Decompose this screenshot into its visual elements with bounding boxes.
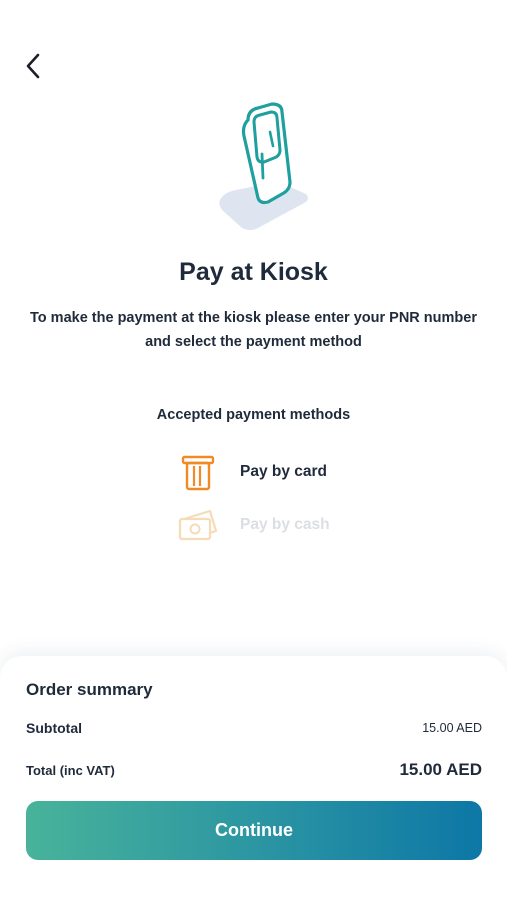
kiosk-illustration — [0, 98, 507, 238]
cash-icon — [174, 505, 222, 545]
order-summary-title: Order summary — [26, 680, 153, 699]
order-summary-panel: Order summary Subtotal 15.00 AED Total (… — [0, 656, 507, 900]
continue-button[interactable]: Continue — [26, 801, 482, 860]
page-title: Pay at Kiosk — [179, 258, 328, 286]
page-subtitle: To make the payment at the kiosk please … — [30, 310, 477, 350]
total-label: Total (inc VAT) — [26, 762, 115, 778]
total-row: Total (inc VAT) 15.00 AED — [26, 760, 482, 780]
payment-method-cash: Pay by cash — [174, 505, 330, 545]
subtotal-label: Subtotal — [26, 720, 82, 736]
subtotal-row: Subtotal 15.00 AED — [26, 720, 482, 736]
payment-method-cash-label: Pay by cash — [240, 516, 330, 533]
subtotal-value: 15.00 AED — [422, 721, 482, 735]
payment-methods-heading: Accepted payment methods — [156, 407, 351, 423]
total-value: 15.00 AED — [399, 760, 482, 779]
payment-method-card: Pay by card — [174, 452, 327, 492]
payment-method-card-label: Pay by card — [240, 463, 328, 480]
back-button[interactable] — [18, 50, 48, 82]
card-icon — [174, 452, 222, 492]
chevron-left-icon — [26, 53, 40, 79]
